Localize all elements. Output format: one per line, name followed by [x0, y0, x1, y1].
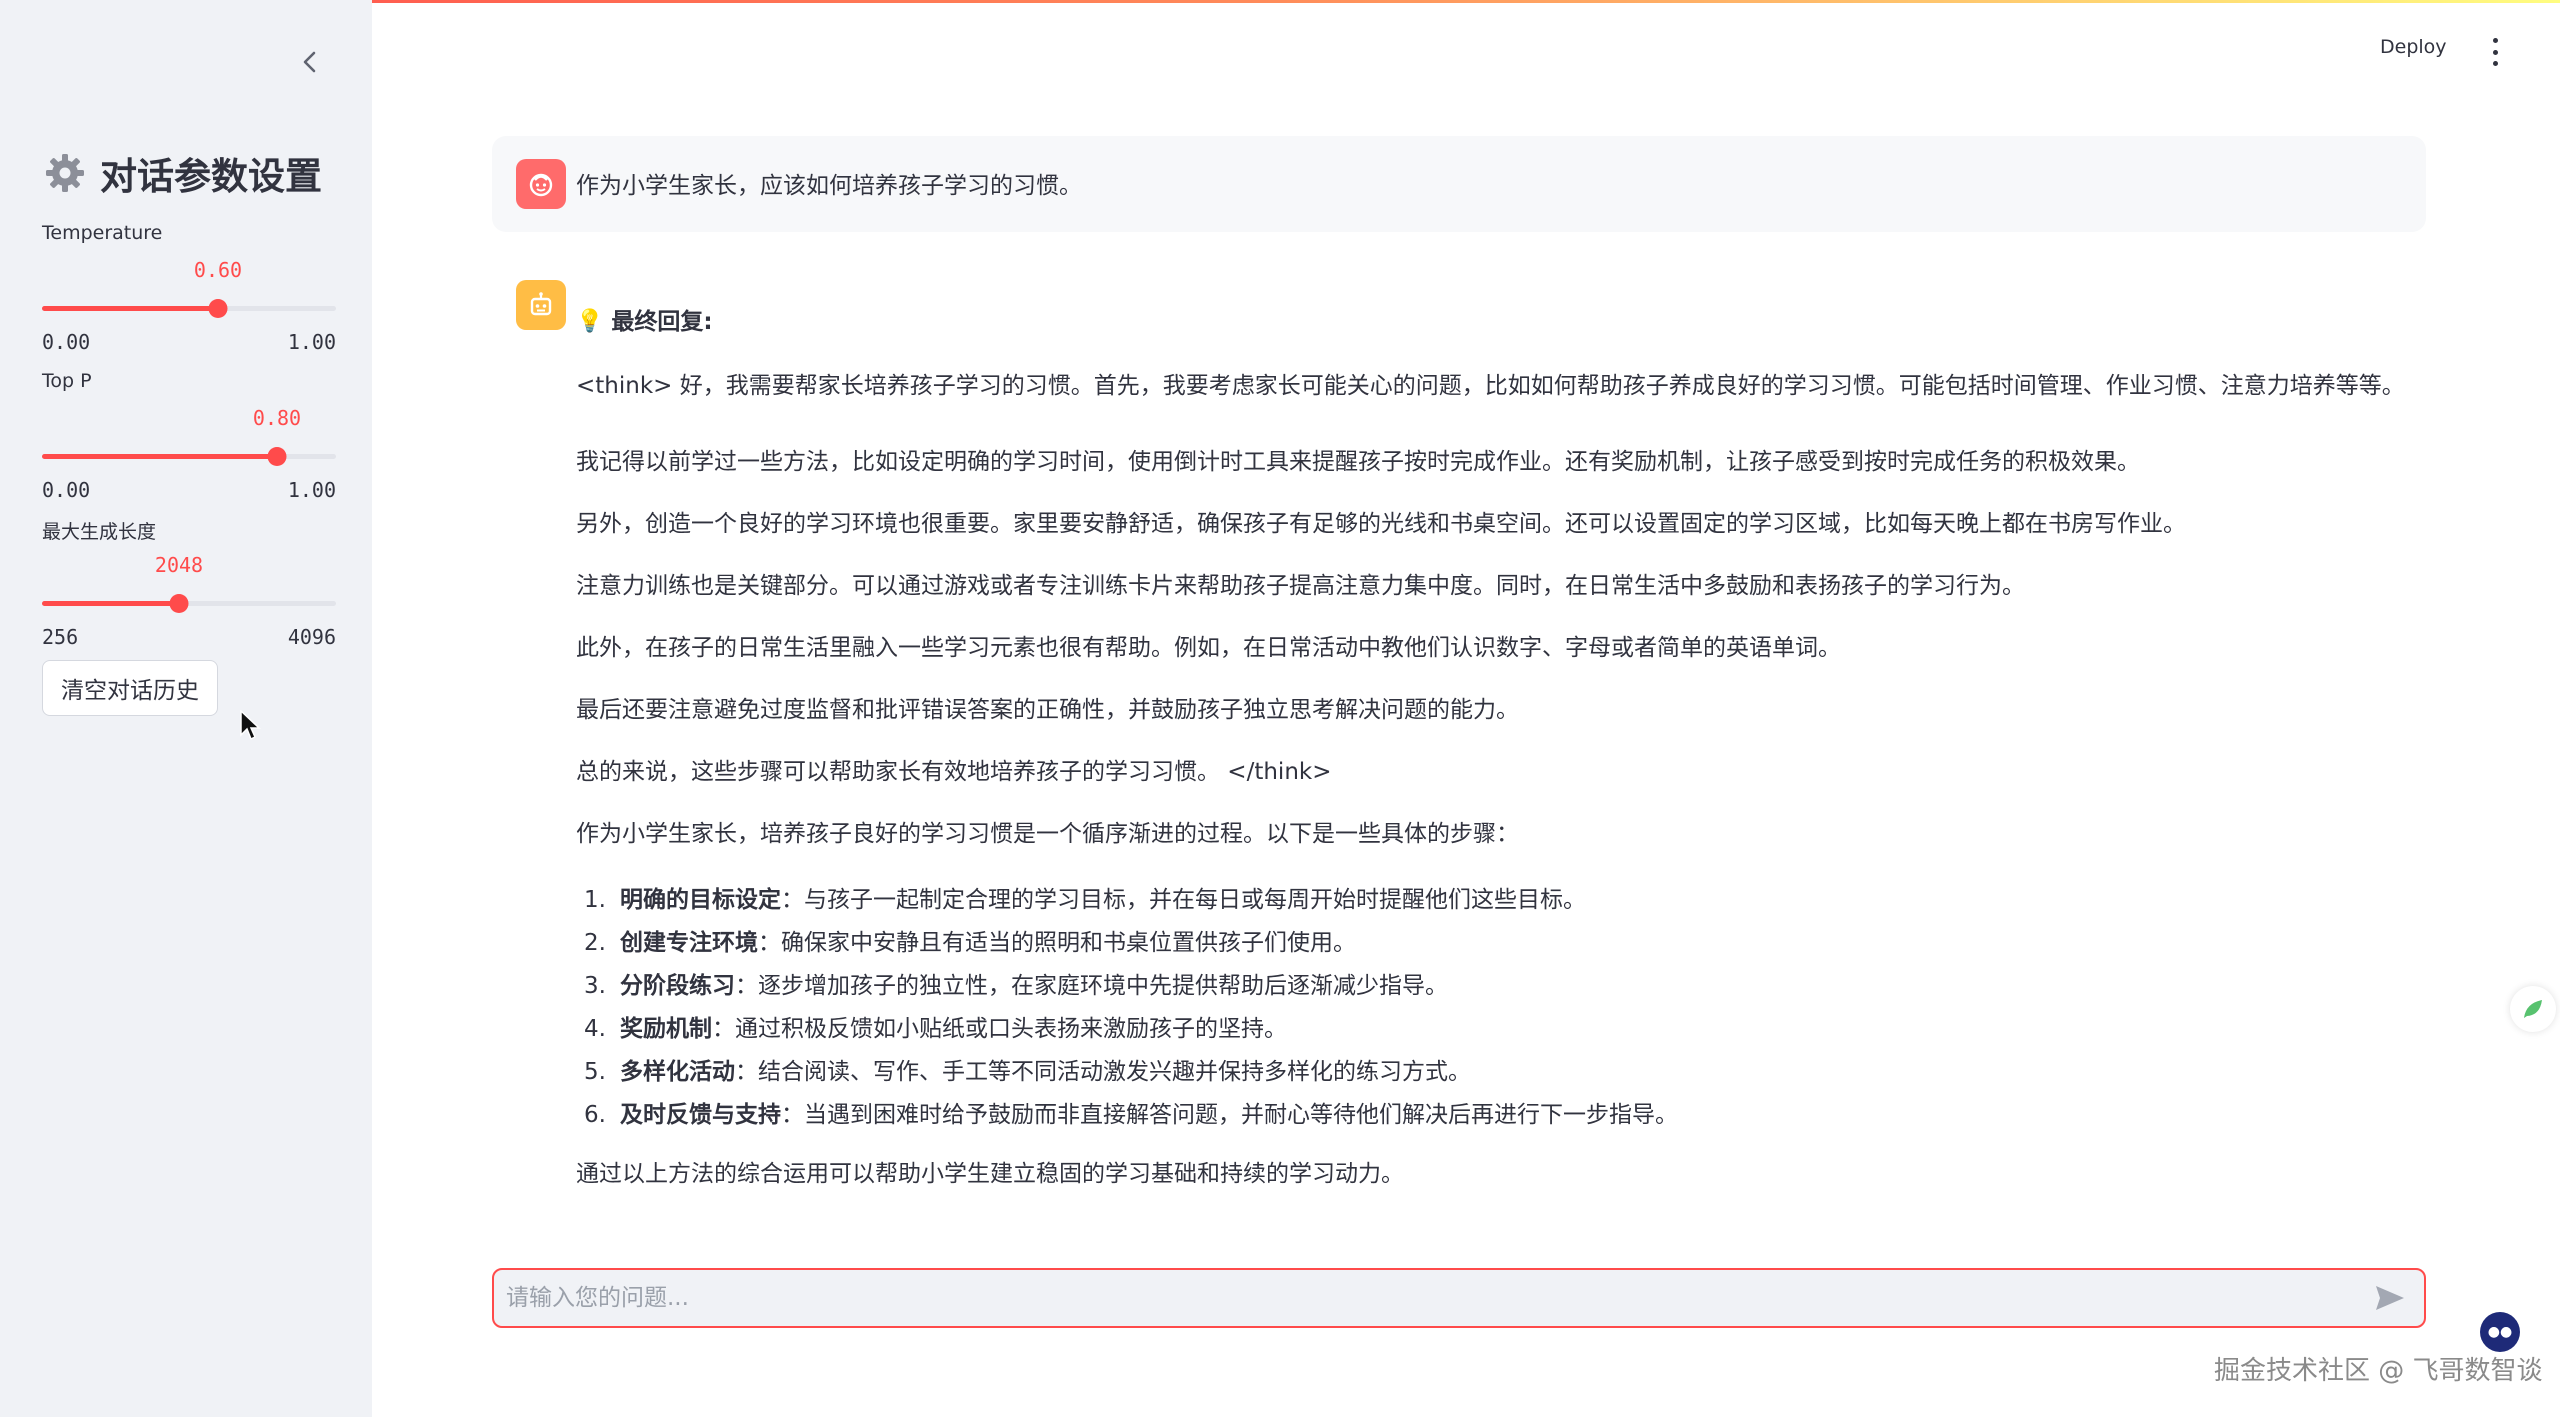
slider-max: 4096	[287, 625, 336, 649]
paragraph: 我记得以前学过一些方法，比如设定明确的学习时间，使用倒计时工具来提醒孩子按时完成…	[576, 449, 2140, 475]
paragraph: 注意力训练也是关键部分。可以通过游戏或者专注训练卡片来帮助孩子提高注意力集中度。…	[576, 573, 2025, 599]
slider-thumb[interactable]	[169, 594, 189, 613]
closing-paragraph: 通过以上方法的综合运用可以帮助小学生建立稳固的学习基础和持续的学习动力。	[576, 1161, 1404, 1187]
top-p-slider: Top P 0.80 0.00 1.00	[42, 370, 336, 502]
slider-max: 1.00	[287, 330, 336, 354]
slider-thumb[interactable]	[267, 447, 287, 466]
slider-track[interactable]	[42, 299, 336, 318]
slider-value: 0.60	[193, 258, 243, 282]
slider-fill	[42, 601, 179, 606]
user-message: 作为小学生家长，应该如何培养孩子学习的习惯。	[492, 136, 2426, 232]
slider-fill	[42, 454, 277, 459]
slider-value: 2048	[154, 553, 204, 577]
user-avatar	[516, 159, 566, 209]
slider-label: Top P	[42, 370, 92, 392]
slider-thumb[interactable]	[208, 299, 228, 318]
paragraph: <think> 好，我需要帮家长培养孩子学习的习惯。首先，我要考虑家长可能关心的…	[576, 373, 2405, 399]
lightbulb-icon: 💡	[576, 309, 604, 334]
user-face-icon	[529, 173, 553, 197]
slider-label: 最大生成长度	[42, 521, 157, 543]
final-reply-heading: 💡 最终回复:	[576, 304, 713, 340]
paragraph: 另外，创造一个良好的学习环境也很重要。家里要安静舒适，确保孩子有足够的光线和书桌…	[576, 511, 2186, 537]
slider-min: 256	[42, 625, 79, 649]
slider-track[interactable]	[42, 594, 336, 613]
sidebar-title: 对话参数设置	[44, 146, 322, 200]
list-item: 4. 奖励机制 ：通过积极反馈如小贴纸或口头表扬来激励孩子的坚持。	[584, 1015, 1287, 1042]
user-message-text: 作为小学生家长，应该如何培养孩子学习的习惯。	[576, 173, 1082, 199]
watermark: 掘金技术社区 @ 飞哥数智谈	[2214, 1356, 2543, 1386]
clear-history-button[interactable]: 清空对话历史	[42, 660, 218, 716]
chat-input[interactable]	[506, 1270, 2366, 1326]
max-length-slider: 最大生成长度 2048 256 4096	[42, 517, 336, 649]
robot-icon	[530, 292, 552, 316]
sidebar-title-text: 对话参数设置	[100, 155, 322, 198]
send-icon[interactable]	[2374, 1284, 2406, 1312]
list-item: 6. 及时反馈与支持 ：当遇到困难时给予鼓励而非直接解答问题，并耐心等待他们解决后再…	[584, 1101, 1678, 1128]
assistant-badge-icon[interactable]: ●●	[2480, 1312, 2520, 1352]
slider-label: Temperature	[42, 222, 163, 244]
collapse-sidebar-button[interactable]	[292, 44, 328, 80]
side-leaf-widget-icon[interactable]	[2510, 986, 2556, 1032]
main-menu-icon[interactable]	[2488, 38, 2502, 66]
final-reply-title: 最终回复:	[611, 309, 713, 335]
slider-track[interactable]	[42, 447, 336, 466]
assistant-avatar	[516, 280, 566, 330]
slider-fill	[42, 306, 218, 311]
temperature-slider: Temperature 0.60 0.00 1.00	[42, 222, 336, 354]
list-item: 2. 创建专注环境 ：确保家中安静且有适当的照明和书桌位置供孩子们使用。	[584, 929, 1356, 956]
gear-icon	[46, 154, 84, 192]
top-decoration-bar	[0, 0, 2560, 3]
sidebar: 对话参数设置 Temperature 0.60 0.00 1.00 Top P …	[0, 0, 372, 1417]
slider-min: 0.00	[42, 330, 91, 354]
mouse-cursor-icon	[240, 710, 261, 741]
chevron-left-icon	[303, 51, 316, 73]
assistant-message: 💡 最终回复: <think> 好，我需要帮家长培养孩子学习的习惯。首先，我要考…	[492, 260, 2426, 1220]
paragraph: 最后还要注意避免过度监督和批评错误答案的正确性，并鼓励孩子独立思考解决问题的能力…	[576, 697, 1519, 723]
steps-list: 1. 明确的目标设定 ：与孩子一起制定合理的学习目标，并在每日或每周开始时提醒他们这…	[576, 878, 2406, 1136]
list-item: 1. 明确的目标设定 ：与孩子一起制定合理的学习目标，并在每日或每周开始时提醒他们这…	[584, 886, 1586, 913]
paragraph: 总的来说，这些步骤可以帮助家长有效地培养孩子的学习习惯。 </think>	[576, 759, 1332, 785]
deploy-button[interactable]: Deploy	[2380, 36, 2447, 58]
paragraph: 此外，在孩子的日常生活里融入一些学习元素也很有帮助。例如，在日常活动中教他们认识…	[576, 635, 1841, 661]
leaf-icon	[2524, 1000, 2542, 1018]
slider-max: 1.00	[287, 478, 336, 502]
list-item: 3. 分阶段练习 ：逐步增加孩子的独立性，在家庭环境中先提供帮助后逐渐减少指导。	[584, 972, 1448, 999]
slider-min: 0.00	[42, 478, 91, 502]
list-item: 5. 多样化活动 ：结合阅读、写作、手工等不同活动激发兴趣并保持多样化的练习方式。	[584, 1058, 1471, 1085]
paragraph: 作为小学生家长，培养孩子良好的学习习惯是一个循序渐进的过程。以下是一些具体的步骤…	[576, 821, 1519, 847]
slider-value: 0.80	[252, 406, 302, 430]
chat-input-box	[492, 1268, 2426, 1328]
